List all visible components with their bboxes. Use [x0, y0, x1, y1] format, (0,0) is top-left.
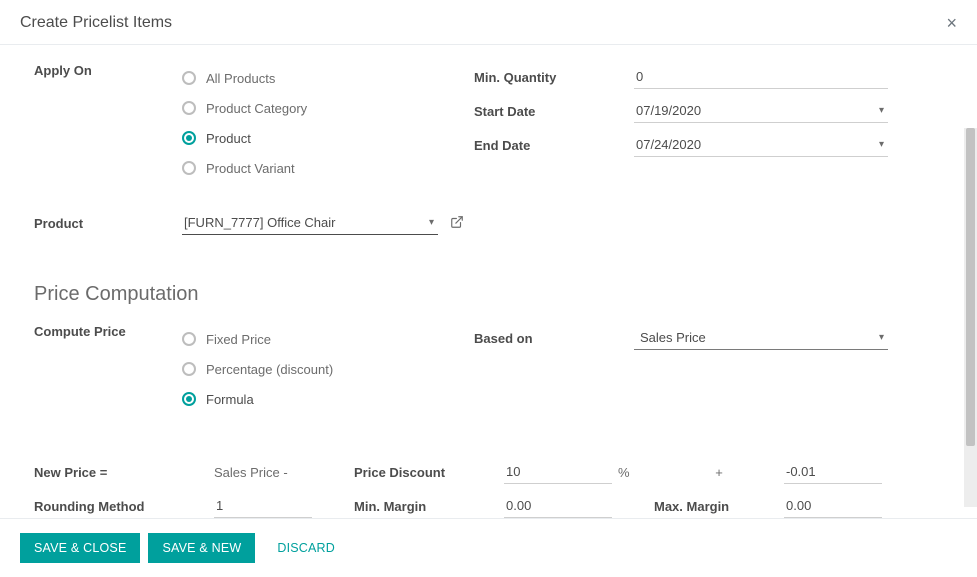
product-select[interactable]: [FURN_7777] Office Chair ▾ [182, 211, 438, 235]
radio-icon [182, 161, 196, 175]
start-date-field: Start Date ▾ [474, 97, 943, 125]
modal-body: Apply On All Products Product Category [0, 45, 977, 518]
new-price-label: New Price = [34, 465, 182, 480]
apply-on-product-variant[interactable]: Product Variant [182, 153, 307, 183]
apply-on-product-category[interactable]: Product Category [182, 93, 307, 123]
apply-on-radio-group: All Products Product Category Product [182, 63, 307, 183]
new-price-row: New Price = Sales Price - Price Discount… [34, 460, 943, 484]
min-quantity-field: Min. Quantity [474, 63, 943, 91]
rounding-method-label: Rounding Method [34, 499, 182, 514]
based-on-field: Based on ▾ [474, 324, 943, 352]
radio-label: Formula [206, 392, 254, 407]
scrollbar[interactable] [964, 128, 977, 507]
apply-on-all-products[interactable]: All Products [182, 63, 307, 93]
discard-button[interactable]: DISCARD [263, 533, 349, 563]
radio-label: Product Variant [206, 161, 295, 176]
create-pricelist-modal: Create Pricelist Items × Apply On All Pr… [0, 0, 977, 577]
radio-label: Fixed Price [206, 332, 271, 347]
radio-label: Percentage (discount) [206, 362, 333, 377]
close-icon[interactable]: × [946, 14, 957, 32]
radio-icon [182, 332, 196, 346]
price-computation-title: Price Computation [34, 283, 943, 306]
radio-label: All Products [206, 71, 275, 86]
min-quantity-label: Min. Quantity [474, 70, 634, 85]
compute-formula[interactable]: Formula [182, 384, 333, 414]
col-based-on: Based on ▾ [474, 324, 943, 358]
modal-footer: SAVE & CLOSE SAVE & NEW DISCARD [0, 518, 977, 577]
min-margin-label: Min. Margin [354, 499, 426, 514]
start-date-label: Start Date [474, 104, 634, 119]
price-discount-input[interactable] [504, 460, 612, 484]
radio-label: Product [206, 131, 251, 146]
price-discount-label: Price Discount [354, 465, 445, 480]
top-form-row: Apply On All Products Product Category [34, 63, 943, 235]
max-margin-input[interactable] [784, 494, 882, 518]
col-apply-on: Apply On All Products Product Category [34, 63, 474, 235]
col-compute-price: Compute Price Fixed Price Percentage (di… [34, 324, 474, 420]
product-field: Product [FURN_7777] Office Chair ▾ [34, 211, 474, 235]
rounding-method-input[interactable] [214, 494, 312, 518]
new-price-base-text: Sales Price - [214, 465, 288, 480]
modal-header: Create Pricelist Items × [0, 0, 977, 45]
end-date-label: End Date [474, 138, 634, 153]
product-value: [FURN_7777] Office Chair [184, 215, 336, 230]
external-link-icon[interactable] [450, 215, 464, 232]
radio-icon [182, 131, 196, 145]
percent-symbol: % [618, 465, 630, 480]
based-on-select[interactable] [634, 326, 888, 350]
max-margin-label: Max. Margin [654, 499, 729, 514]
radio-icon [182, 71, 196, 85]
radio-label: Product Category [206, 101, 307, 116]
apply-on-label: Apply On [34, 63, 182, 78]
end-date-field: End Date ▾ [474, 131, 943, 159]
chevron-down-icon: ▾ [429, 217, 434, 228]
compute-price-radio-group: Fixed Price Percentage (discount) Formul… [182, 324, 333, 414]
based-on-label: Based on [474, 331, 634, 346]
product-label: Product [34, 216, 182, 231]
compute-price-label: Compute Price [34, 324, 182, 339]
radio-icon [182, 362, 196, 376]
save-new-button[interactable]: SAVE & NEW [148, 533, 255, 563]
apply-on-product[interactable]: Product [182, 123, 307, 153]
compute-fixed-price[interactable]: Fixed Price [182, 324, 333, 354]
start-date-input[interactable] [634, 99, 888, 123]
radio-icon [182, 392, 196, 406]
min-margin-input[interactable] [504, 494, 612, 518]
compute-percentage[interactable]: Percentage (discount) [182, 354, 333, 384]
rounding-margin-row: Rounding Method Min. Margin Max. Margin [34, 494, 943, 518]
radio-icon [182, 101, 196, 115]
compute-row: Compute Price Fixed Price Percentage (di… [34, 324, 943, 420]
min-quantity-input[interactable] [634, 65, 888, 89]
modal-title: Create Pricelist Items [20, 14, 172, 32]
save-close-button[interactable]: SAVE & CLOSE [20, 533, 140, 563]
col-dates: Min. Quantity Start Date ▾ End Date ▾ [474, 63, 943, 165]
end-date-input[interactable] [634, 133, 888, 157]
price-extra-input[interactable] [784, 460, 882, 484]
plus-symbol: + [715, 465, 723, 480]
